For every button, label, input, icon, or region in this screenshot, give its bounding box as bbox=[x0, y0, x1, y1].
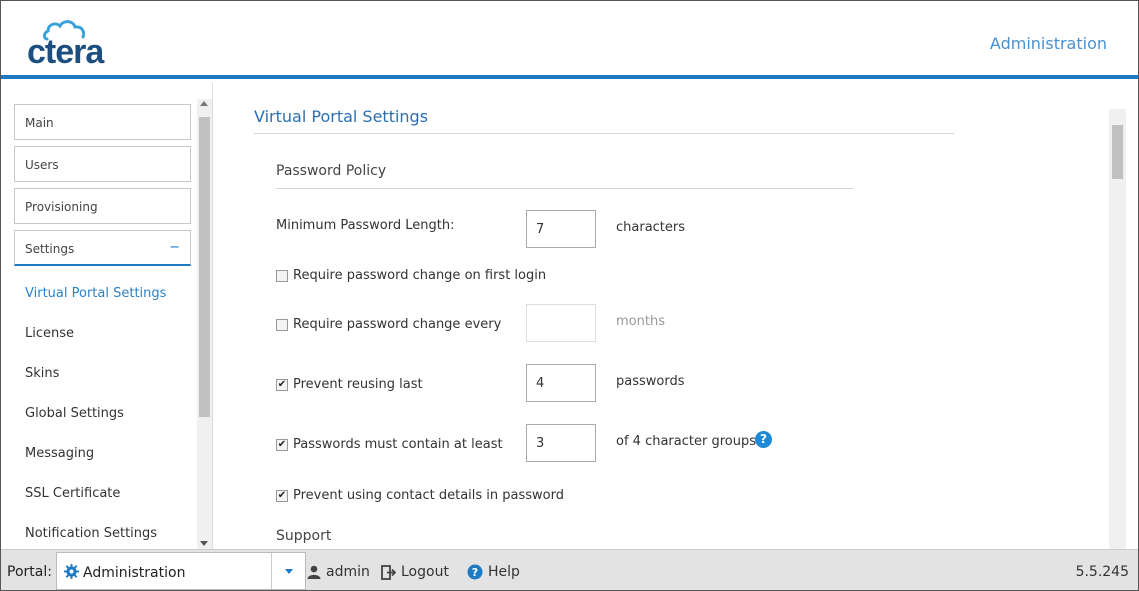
ctera-logo: ctera bbox=[25, 19, 135, 71]
sidebar-subitem-notification-settings[interactable]: Notification Settings bbox=[25, 526, 157, 541]
min-length-unit: characters bbox=[616, 220, 686, 235]
logout-button[interactable]: Logout bbox=[381, 564, 449, 580]
sidebar: Main Users Provisioning Settings − Virtu… bbox=[1, 83, 213, 549]
change-every-checkbox[interactable] bbox=[276, 318, 288, 331]
sidebar-item-settings[interactable]: Settings − bbox=[14, 230, 191, 266]
username: admin bbox=[326, 564, 370, 580]
main-scroll-thumb[interactable] bbox=[1112, 125, 1123, 179]
change-every-label: Require password change every bbox=[293, 317, 502, 332]
help-button[interactable]: ? Help bbox=[467, 564, 520, 580]
change-every-input[interactable] bbox=[526, 304, 596, 342]
sidebar-subitem-ssl-certificate[interactable]: SSL Certificate bbox=[25, 486, 120, 501]
header-section-title: Administration bbox=[989, 34, 1107, 53]
sidebar-item-label: Main bbox=[25, 116, 54, 130]
sidebar-item-provisioning[interactable]: Provisioning bbox=[14, 188, 191, 224]
sidebar-scrollbar[interactable] bbox=[197, 99, 212, 549]
reuse-input[interactable]: 4 bbox=[526, 364, 596, 402]
portal-label: Portal: bbox=[7, 564, 52, 580]
collapse-icon[interactable]: − bbox=[169, 240, 180, 255]
sidebar-subitem-messaging[interactable]: Messaging bbox=[25, 446, 94, 461]
sidebar-subitem-license[interactable]: License bbox=[25, 326, 74, 341]
sidebar-item-label: Provisioning bbox=[25, 200, 98, 214]
scroll-down-icon[interactable] bbox=[200, 541, 208, 546]
min-length-input[interactable]: 7 bbox=[526, 210, 596, 248]
contact-label: Prevent using contact details in passwor… bbox=[293, 488, 565, 503]
reuse-unit: passwords bbox=[616, 374, 685, 389]
user-menu[interactable]: admin bbox=[307, 564, 370, 580]
reuse-checkbox[interactable]: ✔ bbox=[276, 378, 288, 391]
min-length-label: Minimum Password Length: bbox=[276, 218, 455, 233]
sidebar-item-main[interactable]: Main bbox=[14, 104, 191, 140]
first-login-label: Require password change on first login bbox=[293, 268, 547, 283]
change-every-row: Require password change every bbox=[276, 317, 501, 332]
contact-row: ✔ Prevent using contact details in passw… bbox=[276, 488, 564, 503]
svg-text:?: ? bbox=[472, 566, 478, 579]
first-login-checkbox[interactable] bbox=[276, 269, 288, 282]
sidebar-subitem-skins[interactable]: Skins bbox=[25, 366, 59, 381]
portal-select[interactable]: Administration bbox=[56, 552, 306, 590]
main-content: Virtual Portal Settings Password Policy … bbox=[214, 83, 1138, 549]
first-login-row: Require password change on first login bbox=[276, 268, 546, 283]
sidebar-subitem-virtual-portal-settings[interactable]: Virtual Portal Settings bbox=[25, 286, 166, 301]
sidebar-subitem-global-settings[interactable]: Global Settings bbox=[25, 406, 124, 421]
app-window: ctera Administration Main Users Provisio… bbox=[0, 0, 1139, 591]
user-icon bbox=[307, 565, 321, 579]
header: ctera Administration bbox=[1, 1, 1138, 79]
sidebar-item-label: Settings bbox=[25, 242, 75, 256]
chevron-down-icon[interactable] bbox=[285, 569, 293, 574]
title-divider bbox=[254, 133, 954, 134]
footer-bar: Portal: Administration admin Logout ? He… bbox=[1, 549, 1138, 590]
help-label: Help bbox=[488, 564, 520, 580]
main-scrollbar[interactable] bbox=[1109, 109, 1126, 549]
logout-icon bbox=[381, 564, 396, 580]
reuse-label: Prevent reusing last bbox=[293, 377, 423, 392]
support-title: Support bbox=[276, 528, 332, 544]
section-divider bbox=[276, 188, 853, 189]
password-policy-title: Password Policy bbox=[276, 163, 387, 179]
groups-checkbox[interactable]: ✔ bbox=[276, 438, 288, 451]
scroll-up-icon[interactable] bbox=[200, 101, 208, 106]
help-icon: ? bbox=[467, 564, 483, 580]
groups-input[interactable]: 3 bbox=[526, 424, 596, 462]
groups-label: Passwords must contain at least bbox=[293, 437, 503, 452]
reuse-row: ✔ Prevent reusing last bbox=[276, 377, 423, 392]
select-divider bbox=[271, 553, 272, 589]
contact-checkbox[interactable]: ✔ bbox=[276, 489, 288, 502]
sidebar-scroll-thumb[interactable] bbox=[199, 117, 210, 417]
sidebar-item-users[interactable]: Users bbox=[14, 146, 191, 182]
portal-select-value: Administration bbox=[83, 565, 186, 581]
page-title: Virtual Portal Settings bbox=[254, 107, 429, 126]
logout-label: Logout bbox=[401, 564, 449, 580]
groups-unit: of 4 character groups bbox=[616, 434, 756, 449]
question-help-icon[interactable]: ? bbox=[755, 431, 772, 448]
logo-text: ctera bbox=[27, 33, 104, 71]
version-label: 5.5.245 bbox=[1075, 564, 1129, 580]
change-every-unit: months bbox=[616, 314, 665, 329]
sidebar-item-label: Users bbox=[25, 158, 59, 172]
gear-icon bbox=[64, 564, 79, 579]
groups-row: ✔ Passwords must contain at least bbox=[276, 437, 503, 452]
